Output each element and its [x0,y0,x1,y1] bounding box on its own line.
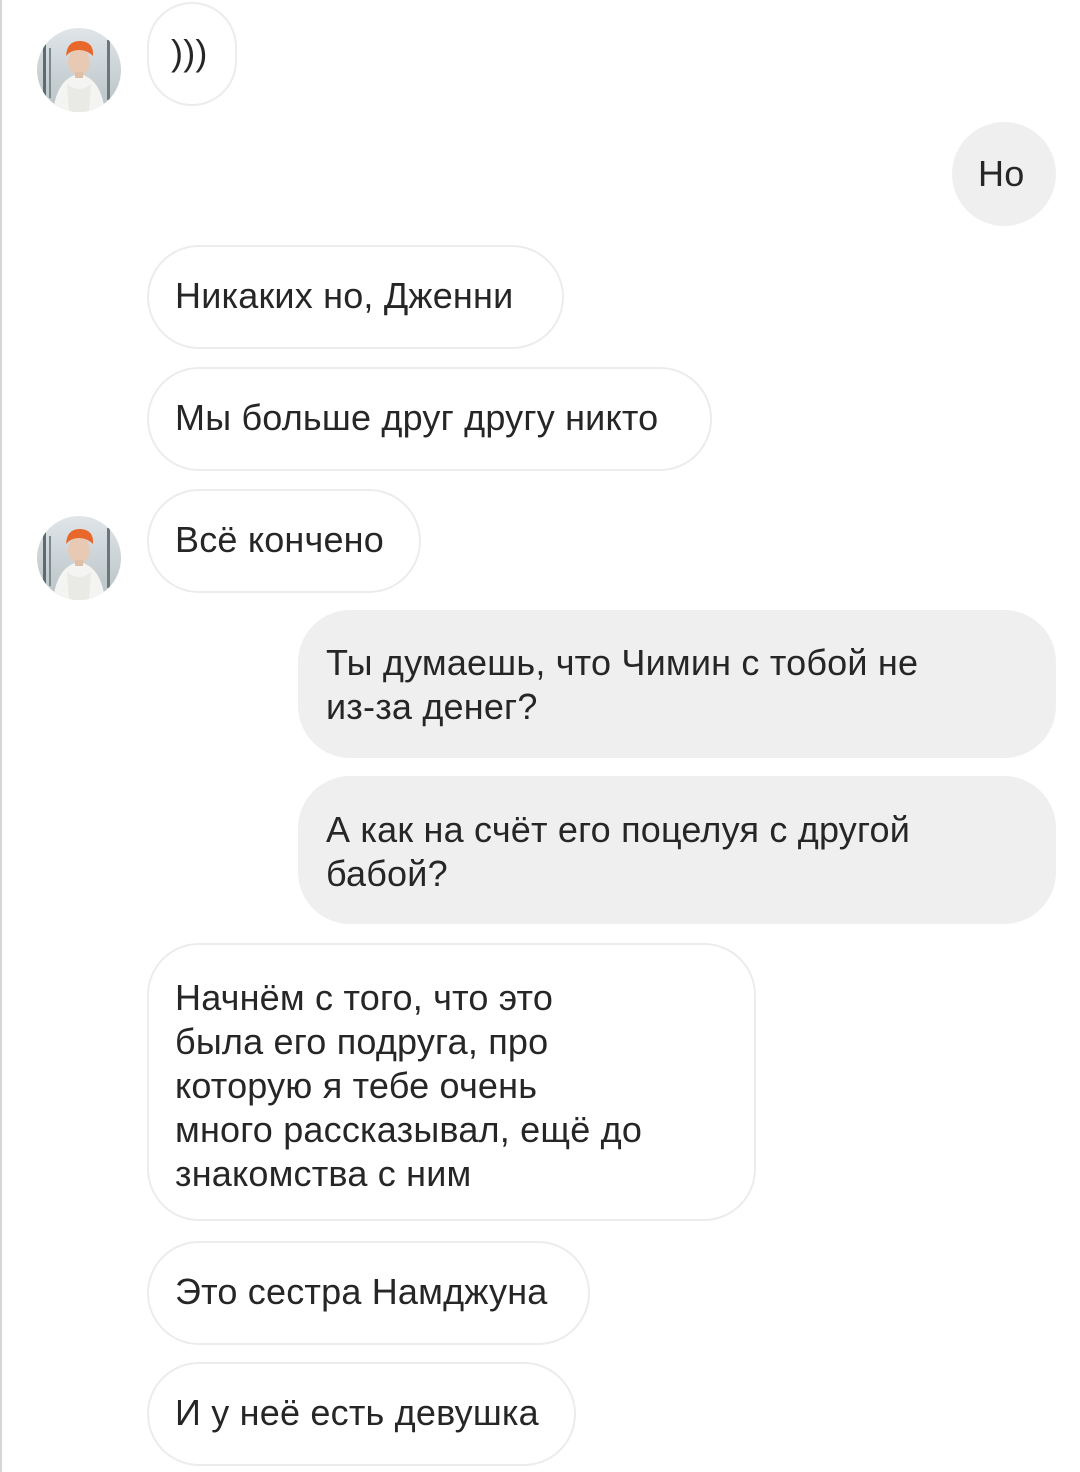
outgoing-message[interactable]: А как на счёт его поцелуя с другой бабой… [298,776,1056,924]
incoming-message[interactable]: Начнём с того, что это была его подруга,… [147,943,756,1221]
outgoing-message[interactable]: Ты думаешь, что Чимин с тобой не из-за д… [298,610,1056,758]
contact-avatar-icon[interactable] [37,28,121,112]
incoming-message[interactable]: Это сестра Намджуна [147,1241,590,1345]
contact-avatar-icon[interactable] [37,516,121,600]
incoming-message[interactable]: И у неё есть девушка [147,1362,576,1466]
incoming-message[interactable]: ))) [147,2,237,106]
outgoing-message[interactable]: Но [952,122,1056,226]
incoming-message[interactable]: Всё кончено [147,489,421,593]
incoming-message[interactable]: Мы больше друг другу никто [147,367,712,471]
incoming-message[interactable]: Никаких но, Дженни [147,245,564,349]
chat-thread[interactable]: ))) Но Никаких но, Дженни Мы больше друг… [0,0,1080,1472]
